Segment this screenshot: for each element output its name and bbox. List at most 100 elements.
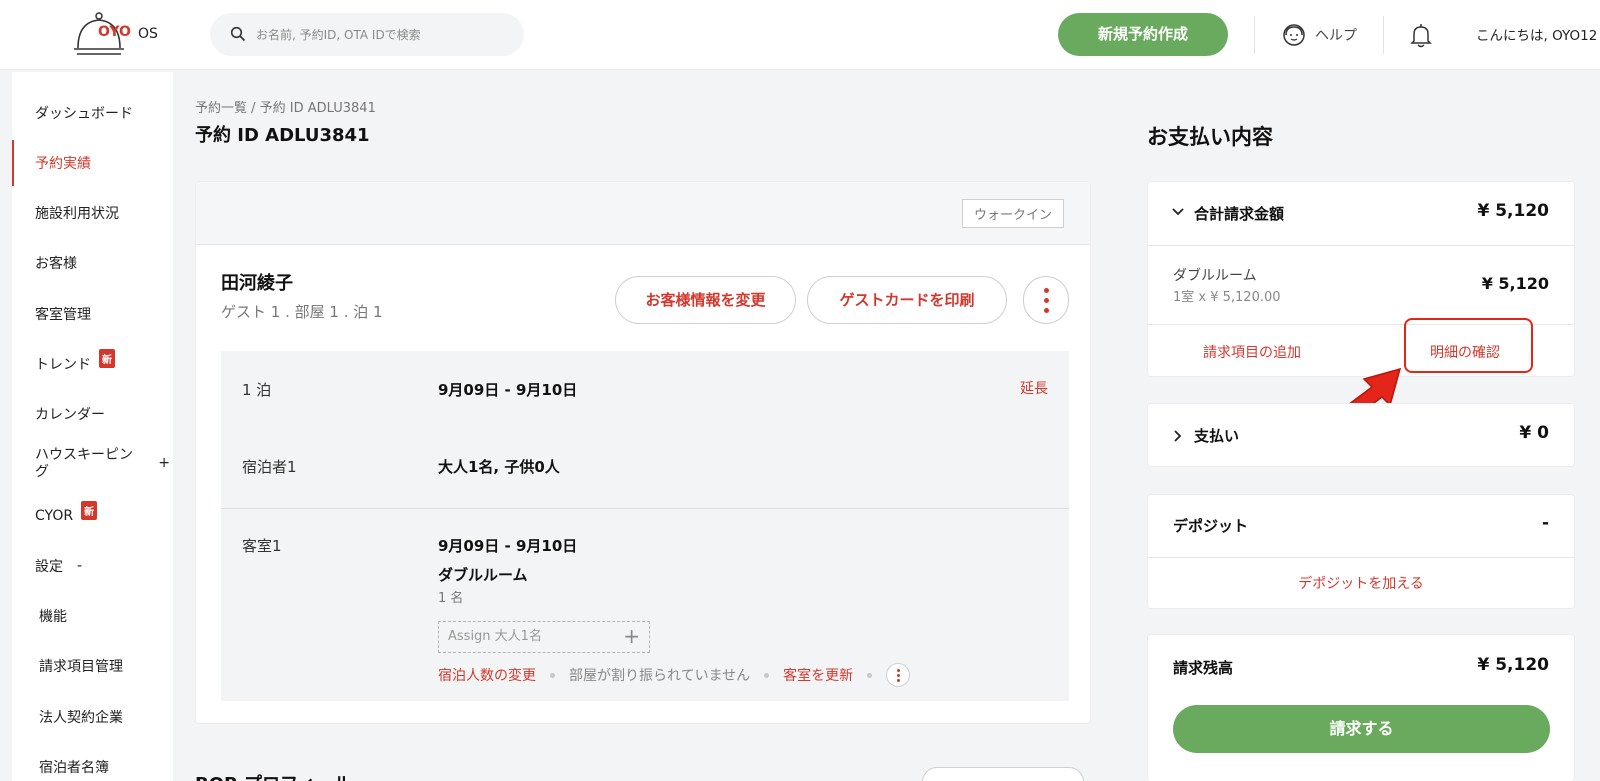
top-bar: OYO OS お名前, 予約ID, OTA IDで検索 新規予約作成 ヘルプ こ… xyxy=(0,0,1600,70)
payments-card: 支払い ¥ 0 xyxy=(1147,403,1575,467)
total-value: ¥ 5,120 xyxy=(1477,201,1549,221)
charge-item-detail: 1室 x ¥ 5,120.00 xyxy=(1173,290,1281,305)
divider xyxy=(1148,557,1574,558)
print-guest-card-button[interactable]: ゲストカードを印刷 xyxy=(807,276,1007,324)
separator-dot xyxy=(867,672,873,678)
sidebar-item-label: CYOR xyxy=(35,508,74,524)
sidebar-item-label: ハウスキーピン グ xyxy=(35,446,133,481)
room-more-button[interactable] xyxy=(886,663,911,687)
divider xyxy=(1148,245,1574,246)
payments-label[interactable]: 支払い xyxy=(1194,425,1239,446)
unassigned-status: 部屋が割り振られていません xyxy=(569,668,751,684)
logo-brand-text: OYO xyxy=(98,24,131,40)
sidebar-item-label: 法人契約企業 xyxy=(39,710,123,726)
sidebar-item-guest-registry[interactable]: 宿泊者名簿 xyxy=(12,744,173,781)
stay-dates: 9月09日 - 9月10日 xyxy=(438,381,578,399)
assign-placeholder: Assign 大人1名 xyxy=(448,629,542,644)
separator-dot xyxy=(764,672,770,678)
booking-card: ウォークイン 田河綾子 ゲスト 1 . 部屋 1 . 泊 1 お客様情報を変更 … xyxy=(195,181,1091,724)
separator-dot xyxy=(550,672,555,678)
chevron-right-icon[interactable] xyxy=(1171,429,1185,443)
total-label[interactable]: 合計請求金額 xyxy=(1194,203,1284,224)
new-badge: 新 xyxy=(99,348,115,368)
charge-button[interactable]: 請求する xyxy=(1173,705,1550,753)
divider xyxy=(221,508,1069,509)
balance-card: 請求残高 ¥ 5,120 請求する xyxy=(1147,634,1575,781)
sidebar: ダッシュボード 予約実績 施設利用状況 お客様 客室管理 トレンド新 カレンダー… xyxy=(12,72,173,781)
walkin-badge: ウォークイン xyxy=(961,199,1064,228)
sidebar-item-features[interactable]: 機能 xyxy=(12,593,173,639)
room-actions: 宿泊人数の変更 部屋が割り振られていません 客室を更新 xyxy=(438,663,911,687)
more-dot xyxy=(897,674,901,677)
sidebar-item-settings[interactable]: 設定 - xyxy=(12,543,173,589)
change-guest-count-link[interactable]: 宿泊人数の変更 xyxy=(438,665,536,685)
sidebar-item-bookings[interactable]: 予約実績 xyxy=(12,140,173,186)
assign-guest-slot[interactable]: Assign 大人1名 + xyxy=(438,621,650,653)
occupants-label: 宿泊者1 xyxy=(242,458,297,476)
more-dot xyxy=(1044,298,1049,303)
sidebar-item-cyor[interactable]: CYOR 新 xyxy=(12,493,173,539)
more-dot xyxy=(897,669,901,672)
more-dot xyxy=(897,679,901,682)
sidebar-item-occupancy[interactable]: 施設利用状況 xyxy=(12,190,173,236)
annotation-highlight-box xyxy=(1404,318,1533,373)
new-booking-button[interactable]: 新規予約作成 xyxy=(1058,13,1228,56)
search-input[interactable]: お名前, 予約ID, OTA IDで検索 xyxy=(210,13,524,56)
booking-card-header: ウォークイン xyxy=(196,182,1090,245)
sidebar-item-label: お客様 xyxy=(35,256,77,272)
more-dot xyxy=(1044,308,1049,313)
sidebar-item-rooms[interactable]: 客室管理 xyxy=(12,291,173,337)
stay-details: 1 泊 9月09日 - 9月10日 延長 宿泊者1 大人1名, 子供0人 客室1… xyxy=(221,351,1069,701)
help-label: ヘルプ xyxy=(1315,28,1357,44)
user-greeting[interactable]: こんにちは, OYO12 xyxy=(1476,24,1597,44)
sidebar-item-corporates[interactable]: 法人契約企業 xyxy=(12,694,173,740)
sidebar-item-label: 客室管理 xyxy=(35,307,91,323)
sidebar-item-calendar[interactable]: カレンダー xyxy=(12,391,173,437)
help-link[interactable]: ヘルプ xyxy=(1281,22,1357,48)
payment-title: お支払い内容 xyxy=(1147,125,1273,149)
room-type: ダブルルーム xyxy=(438,566,528,584)
sidebar-item-label: カレンダー xyxy=(35,407,105,423)
balance-label: 請求残高 xyxy=(1173,659,1234,677)
sidebar-item-dashboard[interactable]: ダッシュボード xyxy=(12,90,173,136)
next-section-title: BOB プロフィール xyxy=(195,770,352,781)
add-deposit-link[interactable]: デポジットを加える xyxy=(1148,573,1574,593)
room-guest-count: 1 名 xyxy=(438,591,464,606)
deposit-value: - xyxy=(1541,513,1549,533)
sidebar-item-label: 機能 xyxy=(39,609,67,625)
search-placeholder: お名前, 予約ID, OTA IDで検索 xyxy=(256,28,421,42)
sidebar-item-label: 請求項目管理 xyxy=(39,659,123,675)
sidebar-item-housekeeping[interactable]: ハウスキーピン グ + xyxy=(12,438,173,490)
bell-icon[interactable] xyxy=(1410,22,1432,48)
guest-name: 田河綾子 xyxy=(221,273,293,294)
change-guest-info-button[interactable]: お客様情報を変更 xyxy=(615,276,796,324)
sidebar-item-label: 予約実績 xyxy=(35,156,91,172)
update-room-link[interactable]: 客室を更新 xyxy=(783,665,853,685)
expand-icon[interactable]: + xyxy=(158,455,170,473)
payments-value: ¥ 0 xyxy=(1519,423,1549,443)
room-label: 客室1 xyxy=(242,537,282,555)
extend-link[interactable]: 延長 xyxy=(1020,378,1048,398)
more-options-button[interactable] xyxy=(1023,276,1069,324)
nights-label: 1 泊 xyxy=(242,381,272,399)
collapse-icon[interactable]: - xyxy=(77,558,82,574)
next-section-button[interactable] xyxy=(922,767,1084,781)
divider xyxy=(1254,16,1255,54)
add-charge-item-link[interactable]: 請求項目の追加 xyxy=(1203,342,1301,362)
divider xyxy=(1383,16,1384,54)
sidebar-item-guests[interactable]: お客様 xyxy=(12,240,173,286)
new-badge: 新 xyxy=(81,500,98,520)
sidebar-item-billing-items[interactable]: 請求項目管理 xyxy=(12,643,173,689)
search-icon xyxy=(230,26,246,42)
chevron-down-icon[interactable] xyxy=(1171,205,1185,219)
deposit-label: デポジット xyxy=(1173,517,1249,535)
sidebar-item-label: 宿泊者名簿 xyxy=(39,760,109,776)
sidebar-item-trends[interactable]: トレンド新 xyxy=(12,341,173,387)
sidebar-item-label: 施設利用状況 xyxy=(35,206,119,222)
charge-item-value: ¥ 5,120 xyxy=(1481,274,1549,293)
breadcrumb[interactable]: 予約一覧 / 予約 ID ADLU3841 xyxy=(195,97,376,116)
room-dates: 9月09日 - 9月10日 xyxy=(438,537,578,555)
sidebar-item-label: 設定 xyxy=(35,559,63,575)
occupants-value: 大人1名, 子供0人 xyxy=(438,458,560,476)
balance-value: ¥ 5,120 xyxy=(1477,655,1549,675)
